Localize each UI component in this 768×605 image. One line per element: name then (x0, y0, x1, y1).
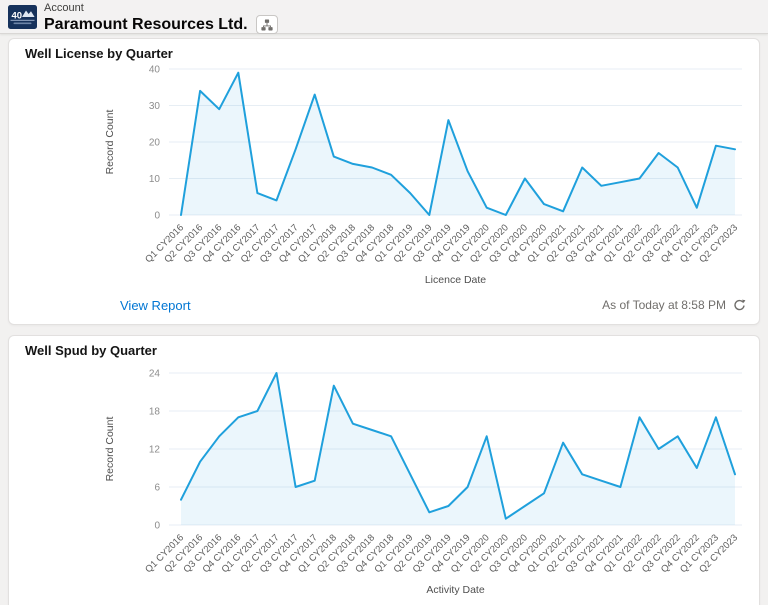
refresh-button[interactable] (733, 299, 746, 312)
y-tick-label: 0 (154, 211, 160, 222)
well-license-card-footer: View Report As of Today at 8:58 PM (9, 296, 759, 316)
well-spud-card: Well Spud by Quarter 0 6 12 18 24 Q1 CY2016 Q2… (8, 335, 760, 605)
y-tick-label: 20 (149, 138, 161, 149)
y-tick-label: 0 (154, 521, 160, 532)
y-tick-label: 10 (149, 174, 161, 185)
hierarchy-button[interactable] (255, 15, 278, 34)
y-tick-label: 30 (149, 101, 161, 112)
well-license-card-title: Well License by Quarter (25, 46, 173, 61)
y-axis-title: Record Count (104, 110, 116, 175)
refresh-icon (734, 299, 746, 310)
x-axis-title: Licence Date (425, 274, 486, 286)
y-tick-label: 6 (154, 483, 160, 494)
y-tick-label: 40 (149, 65, 161, 76)
x-axis-title: Activity Date (426, 584, 485, 596)
view-report-link[interactable]: View Report (120, 298, 191, 313)
page-header: 40 Account Paramount Resources Ltd. (0, 0, 768, 34)
as-of-timestamp: As of Today at 8:58 PM (602, 298, 726, 312)
page-title: Paramount Resources Ltd. (44, 16, 248, 33)
record-type-label: Account (44, 2, 84, 14)
y-axis-title: Record Count (104, 417, 116, 482)
well-spud-card-title: Well Spud by Quarter (25, 343, 157, 358)
y-tick-label: 24 (149, 369, 161, 380)
well-license-chart[interactable]: 010203040Q1 CY2016Q2 CY2016Q3 CY2016Q4 C… (9, 61, 759, 297)
hierarchy-icon (261, 19, 273, 30)
well-license-card: Well License by Quarter 0 10 20 30 40 Q1 CY20… (8, 38, 760, 325)
y-tick-label: 18 (149, 407, 161, 418)
well-spud-chart[interactable]: 06121824Q1 CY2016Q2 CY2016Q3 CY2016Q4 CY… (9, 365, 759, 601)
company-logo: 40 (8, 5, 37, 29)
y-tick-label: 12 (149, 445, 161, 456)
